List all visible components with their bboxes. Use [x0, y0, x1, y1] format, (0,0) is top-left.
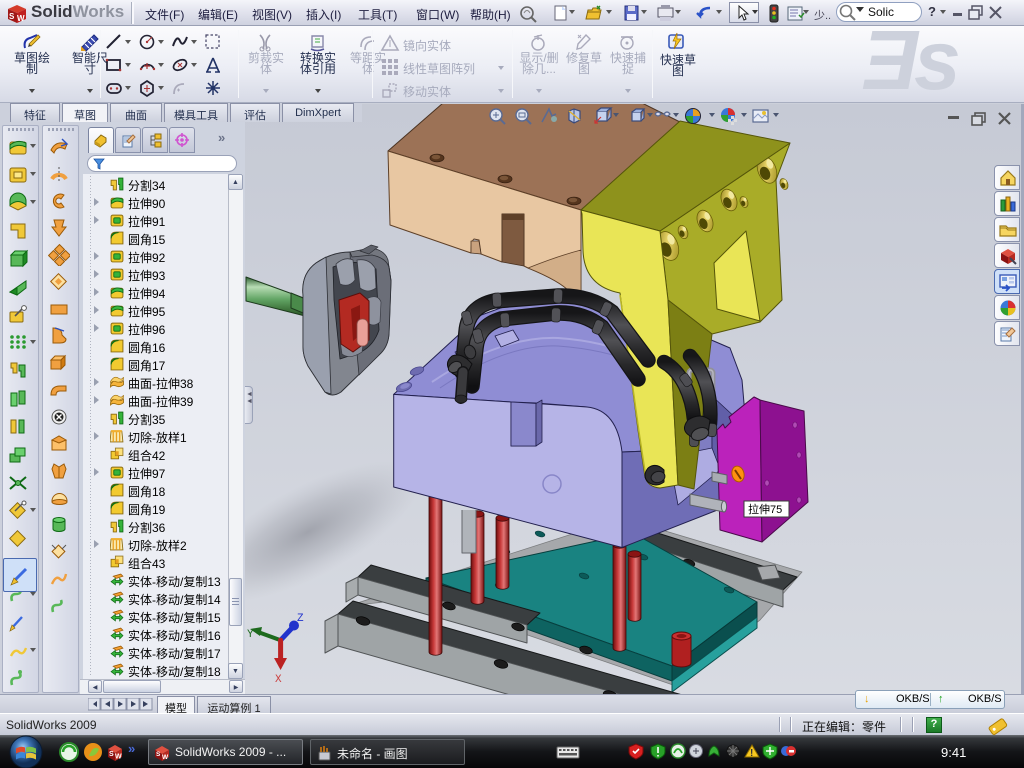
svg-text:Z: Z: [297, 613, 304, 625]
svg-text:W: W: [115, 754, 122, 761]
svg-text:S: S: [109, 751, 114, 758]
svg-text:S: S: [9, 12, 15, 21]
svg-text:拉伸75: 拉伸75: [748, 502, 782, 516]
svg-text:W: W: [162, 754, 169, 761]
svg-text:S: S: [156, 751, 161, 758]
svg-text:!: !: [750, 748, 753, 759]
svg-text:W: W: [17, 14, 25, 23]
svg-text:»: »: [128, 741, 135, 756]
svg-text:Y: Y: [247, 629, 254, 641]
svg-text:X: X: [275, 674, 282, 686]
